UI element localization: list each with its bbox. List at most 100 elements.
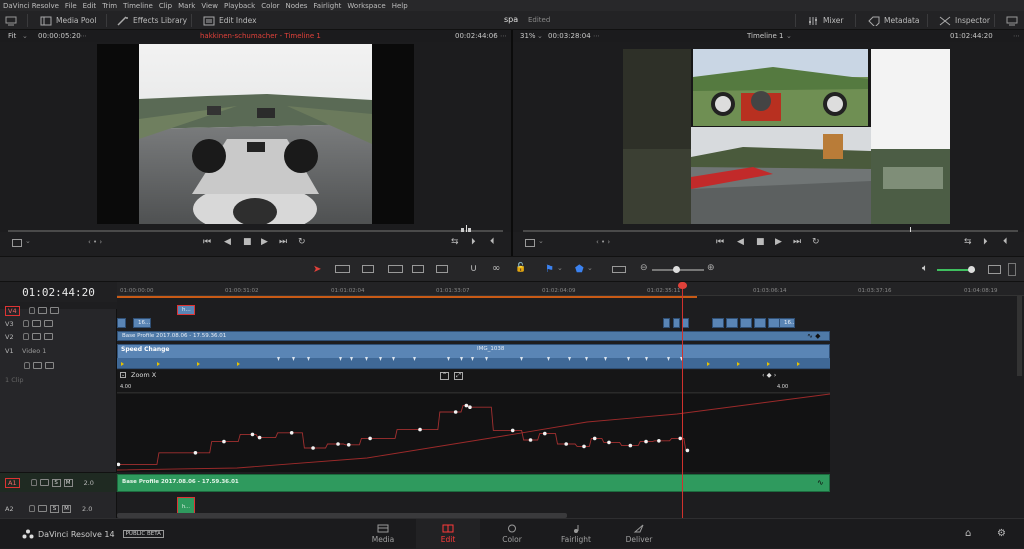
solo-button[interactable]: S [51, 478, 61, 487]
blade-tool-icon[interactable] [362, 265, 374, 273]
v4-clip[interactable]: h... [177, 305, 195, 315]
keyframe-point[interactable] [117, 462, 121, 467]
insert-clip-icon[interactable] [388, 265, 403, 273]
mark-in-icon[interactable]: ⏵ [983, 237, 988, 247]
menu-davinci[interactable]: DaVinci Resolve [3, 2, 59, 10]
match-frame-icon[interactable]: ⇆ [964, 237, 972, 247]
auto-select-icon[interactable] [32, 333, 41, 340]
keyframe-point[interactable] [543, 431, 547, 436]
timeline-view-options-icon[interactable] [612, 266, 626, 273]
replace-clip-icon[interactable] [436, 265, 448, 273]
overwrite-clip-icon[interactable] [412, 265, 424, 273]
timeline-viewer-options-icon[interactable]: ⋯ [593, 32, 600, 40]
loop-icon[interactable]: ↻ [812, 237, 820, 247]
source-options-icon[interactable]: ⋯ [80, 32, 87, 40]
timeline-viewer-menu-icon[interactable]: ⋯ [1013, 32, 1020, 40]
viewer-layout-icon[interactable] [12, 239, 22, 247]
chevron-down-icon[interactable]: ⌄ [786, 32, 792, 40]
menu-workspace[interactable]: Workspace [347, 2, 385, 10]
keyframe-point[interactable] [510, 428, 515, 433]
keyframe-point[interactable] [346, 443, 351, 447]
keyframe-point[interactable] [193, 451, 198, 455]
keyframe-point[interactable] [582, 444, 586, 449]
v3-clip[interactable]: 16... [133, 318, 151, 328]
track-label-a1[interactable]: A1 [5, 477, 20, 488]
keyframe-point[interactable] [564, 442, 568, 446]
curve-ease-out-icon[interactable]: ⤢ [454, 372, 463, 380]
page-tab-media[interactable]: Media [351, 519, 415, 549]
jog-control[interactable]: ‹ • › [88, 238, 102, 246]
play-reverse-button[interactable]: ◀ [737, 237, 744, 247]
menu-trim[interactable]: Trim [102, 2, 117, 10]
track-header-a2[interactable]: A2 S M 2.0 [0, 502, 117, 515]
audio-meter-icon[interactable] [1008, 263, 1016, 276]
keyframe-point[interactable] [528, 438, 533, 442]
gear-icon[interactable]: ⚙ [997, 528, 1006, 539]
keyframe-point[interactable] [657, 439, 661, 443]
solo-button[interactable]: S [50, 504, 59, 513]
playhead-handle[interactable] [678, 282, 687, 289]
stop-button[interactable]: ■ [243, 237, 252, 247]
link-icon[interactable]: ∞ [492, 263, 500, 274]
keyframe-point[interactable] [368, 436, 372, 441]
marker-icon[interactable]: ⬟ [575, 264, 584, 275]
menu-timeline[interactable]: Timeline [123, 2, 153, 10]
keyframe-point[interactable] [592, 436, 597, 441]
source-viewer[interactable] [0, 42, 511, 235]
jog-control[interactable]: ‹ • › [596, 238, 610, 246]
timeline-zoom-select[interactable]: 31% [520, 32, 536, 40]
menu-file[interactable]: File [65, 2, 77, 10]
speaker-icon[interactable]: 🔈︎ [922, 263, 928, 274]
page-tab-fairlight[interactable]: Fairlight [544, 519, 608, 549]
zoom-out-icon[interactable]: ⊖ [640, 263, 648, 273]
keyframe-point[interactable] [453, 410, 458, 414]
lock-icon[interactable] [24, 361, 30, 369]
loop-icon[interactable]: ↻ [298, 237, 306, 247]
page-tab-deliver[interactable]: Deliver [607, 519, 671, 549]
v3-clip[interactable] [117, 318, 126, 328]
source-zoom-select[interactable]: Fit [8, 32, 16, 40]
go-to-start-button[interactable]: ⏮ [716, 237, 724, 247]
mixer-button[interactable]: Mixer [807, 11, 843, 30]
keyframe-point[interactable] [418, 427, 422, 432]
audio-curve-icon[interactable]: ∿ [817, 478, 824, 487]
zoom-in-icon[interactable]: ⊕ [707, 263, 715, 273]
snapping-icon[interactable]: ∪ [470, 263, 477, 274]
keyframe-point[interactable] [468, 405, 472, 409]
trim-tool-icon[interactable] [335, 265, 350, 273]
keyframe-point[interactable] [336, 442, 340, 446]
track-header-v3[interactable]: V3 [0, 317, 117, 330]
timeline-viewer[interactable] [513, 42, 1024, 235]
menu-fairlight[interactable]: Fairlight [313, 2, 341, 10]
v2-clip[interactable]: Base Profile 2017.08.06 - 17.59.36.01 [117, 331, 830, 341]
menu-help[interactable]: Help [392, 2, 408, 10]
play-reverse-button[interactable]: ◀ [224, 237, 231, 247]
track-header-v1[interactable]: V1 Video 1 [0, 344, 117, 357]
metadata-button[interactable]: Metadata [868, 11, 920, 30]
keyframe-point[interactable] [685, 448, 690, 453]
keyframe-dropdown-icon[interactable]: ⌄ [120, 372, 126, 378]
go-to-start-button[interactable]: ⏮ [203, 237, 211, 247]
curve-ease-in-icon[interactable]: ⌃ [440, 372, 449, 380]
timeline-viewer-title[interactable]: Timeline 1 [747, 32, 783, 40]
zoom-slider-thumb[interactable] [673, 266, 680, 273]
timeline-area[interactable]: 01:00:00:00 01:00:31:02 01:01:02:04 01:0… [117, 282, 1024, 518]
stop-button[interactable]: ■ [756, 237, 765, 247]
edit-index-button[interactable]: Edit Index [203, 11, 257, 30]
mark-out-icon[interactable]: ⏴ [490, 237, 495, 247]
volume-thumb[interactable] [968, 266, 975, 273]
timeline-vertical-scrollbar[interactable] [1017, 296, 1022, 376]
track-name-v1[interactable]: Video 1 [22, 347, 46, 355]
v3-clip[interactable]: 16... [779, 318, 795, 328]
menu-clip[interactable]: Clip [159, 2, 172, 10]
menu-view[interactable]: View [201, 2, 218, 10]
page-tab-edit[interactable]: Edit [416, 519, 480, 549]
auto-select-icon[interactable] [37, 307, 47, 314]
track-label-v4[interactable]: V4 [5, 305, 20, 316]
inspector-button[interactable]: Inspector [939, 11, 990, 30]
v3-clip[interactable] [682, 318, 689, 328]
lock-icon[interactable] [28, 307, 35, 314]
track-visibility-icon[interactable] [44, 320, 53, 327]
v3-clip[interactable] [712, 318, 724, 328]
v3-clip[interactable] [754, 318, 766, 328]
